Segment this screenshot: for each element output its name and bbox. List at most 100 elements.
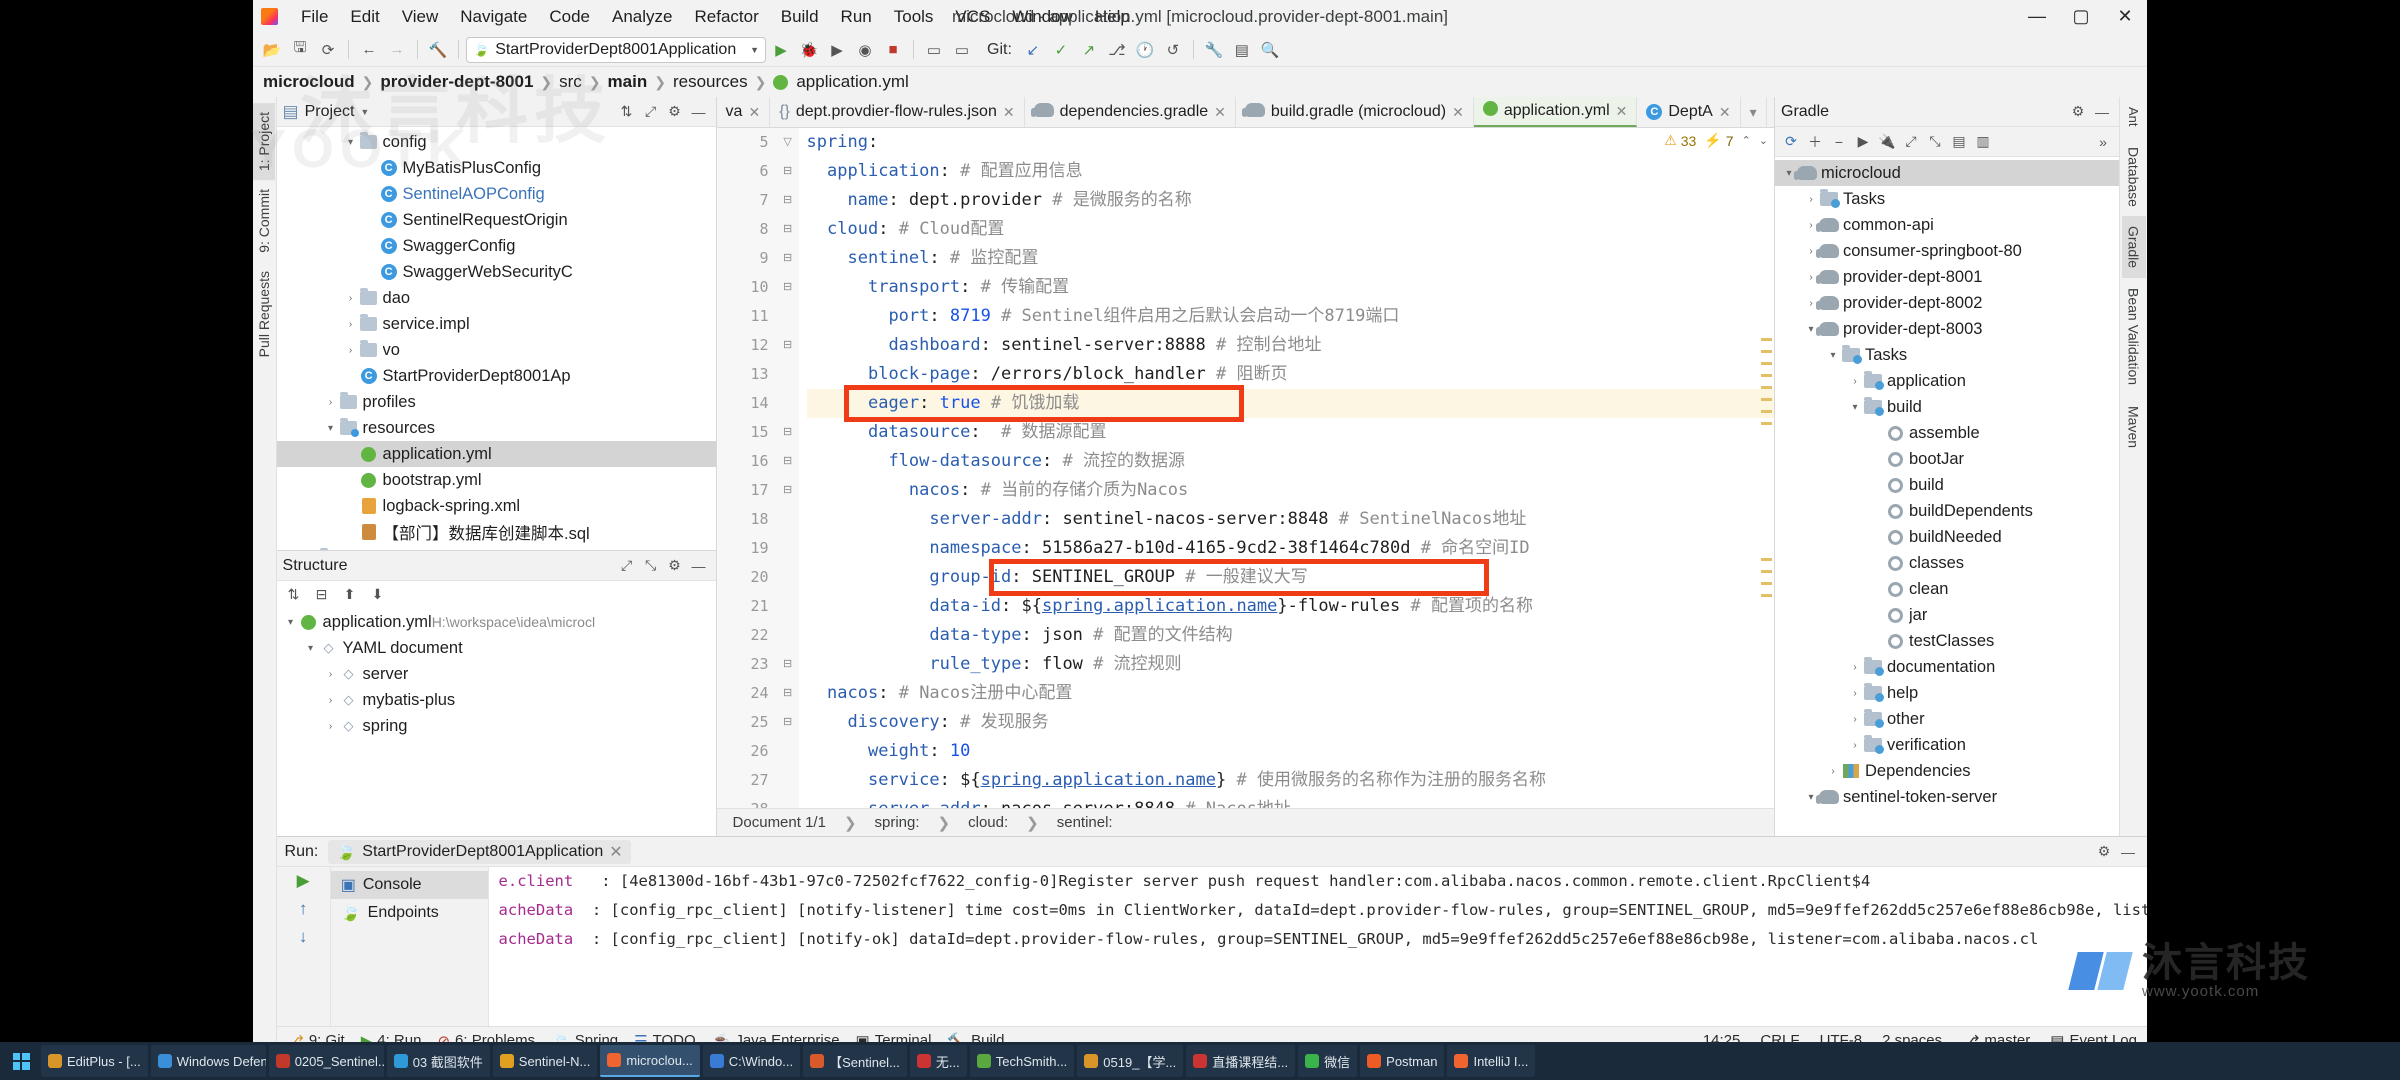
code-line[interactable]: name: dept.provider # 是微服务的名称 (807, 186, 1774, 215)
tree-row[interactable]: › application (1775, 368, 2119, 394)
fold-marker[interactable] (777, 592, 799, 621)
toggle-offline-icon[interactable]: 🔌 (1876, 132, 1898, 152)
scroll-to-source-icon[interactable]: ⬇ (367, 584, 389, 604)
tree-expand-arrow[interactable]: › (363, 189, 379, 200)
gear-icon[interactable]: ⚙ (664, 556, 686, 576)
minimize-button[interactable]: — (2015, 1, 2059, 33)
tree-row[interactable]: ▾ build (1775, 394, 2119, 420)
tree-expand-arrow[interactable]: › (343, 527, 359, 538)
tree-expand-arrow[interactable]: › (363, 241, 379, 252)
sort-icon[interactable]: ⇅ (616, 102, 638, 122)
tree-row[interactable]: › build (1775, 472, 2119, 498)
tree-row[interactable]: ▾ microcloud (1775, 160, 2119, 186)
taskbar-app[interactable]: 03 截图软件 (386, 1045, 490, 1077)
taskbar-app[interactable]: Windows Defend... (150, 1045, 266, 1077)
yaml-crumb-sentinel[interactable]: sentinel: (1057, 814, 1113, 831)
tree-expand-arrow[interactable]: › (1847, 662, 1863, 673)
close-icon[interactable]: ✕ (1003, 104, 1015, 121)
right-tab-ant[interactable]: Ant (2122, 97, 2145, 137)
run-subtab-console[interactable]: ▣ Console (330, 871, 488, 899)
tree-row[interactable]: ›CStartProviderDept8001Ap (277, 363, 716, 389)
breadcrumb-application-yml[interactable]: application.yml (796, 72, 908, 92)
tree-row[interactable]: ›CSentinelRequestOrigin (277, 207, 716, 233)
collapse-all-icon[interactable]: ⤡ (1924, 132, 1946, 152)
tree-expand-arrow[interactable]: › (1869, 636, 1885, 647)
structure-tree[interactable]: ▾ application.yml H:\workspace\idea\micro… (277, 607, 716, 836)
tree-expand-arrow[interactable]: › (343, 475, 359, 486)
apply-icon[interactable]: ▭ (921, 38, 947, 62)
code-line[interactable]: server-addr: sentinel-nacos-server:8848 … (807, 505, 1774, 534)
close-icon[interactable]: ✕ (609, 842, 622, 862)
run-subtab-endpoints[interactable]: 🍃 Endpoints (331, 899, 488, 927)
hide-icon[interactable]: — (2091, 102, 2113, 122)
chevron-up-icon[interactable]: ⌃ (1742, 134, 1751, 147)
project-tree[interactable]: ▾config›CMyBatisPlusConfig›CSentinelAOPC… (276, 127, 716, 551)
tree-row[interactable]: › buildDependents (1775, 498, 2119, 524)
more-icon[interactable]: ▭ (949, 38, 975, 62)
tree-expand-arrow[interactable]: › (1869, 454, 1885, 465)
close-icon[interactable]: ✕ (1616, 103, 1628, 120)
collapse-all-icon[interactable]: ⤡ (640, 556, 662, 576)
tree-row[interactable]: › help (1775, 680, 2119, 706)
rerun-icon[interactable]: ▶ (292, 871, 314, 891)
yaml-crumb-cloud[interactable]: cloud: (968, 814, 1008, 831)
tree-expand-arrow[interactable]: › (1847, 740, 1863, 751)
run-panel-config-chip[interactable]: 🍃 StartProviderDept8001Application ✕ (328, 839, 631, 864)
tree-row[interactable]: › vo (277, 337, 716, 363)
tree-row[interactable]: › jar (1775, 602, 2119, 628)
fold-marker[interactable]: ⊟ (777, 447, 799, 476)
tree-expand-arrow[interactable]: › (1869, 558, 1885, 569)
code-folding-column[interactable]: ▽ ⊟ ⊟ ⊟ ⊟ ⊟ ⊟ ⊟ ⊟ ⊟ ⊟ ⊟ ⊟ (776, 128, 799, 808)
tree-row[interactable]: › ◇ server (277, 661, 716, 687)
tree-row[interactable]: › Tasks (1775, 186, 2119, 212)
tree-row[interactable]: ▾ provider-dept-8003 (1775, 316, 2119, 342)
tree-expand-arrow[interactable]: › (343, 501, 359, 512)
fold-marker[interactable] (777, 795, 799, 808)
code-line[interactable]: data-id: ${spring.application.name}-flow… (807, 592, 1774, 621)
code-line[interactable]: port: 8719 # Sentinel组件启用之后默认会启动一个8719端口 (807, 302, 1774, 331)
editor-marker-bar[interactable] (1758, 128, 1774, 808)
run-coverage-icon[interactable]: ▶ (824, 38, 850, 62)
fold-marker[interactable]: ⊟ (777, 476, 799, 505)
tree-row[interactable]: › testClasses (1775, 628, 2119, 654)
taskbar-app[interactable]: 【Sentinel... (803, 1045, 907, 1077)
tree-row[interactable]: › clean (1775, 576, 2119, 602)
taskbar-app[interactable]: C:\Windo... (702, 1045, 801, 1077)
taskbar-app[interactable]: Postman (1360, 1045, 1445, 1077)
tree-expand-arrow[interactable]: ▾ (1847, 402, 1863, 413)
code-line[interactable]: nacos: # Nacos注册中心配置 (807, 679, 1774, 708)
code-line[interactable]: data-type: json # 配置的文件结构 (807, 621, 1774, 650)
gear-icon[interactable]: ⚙ (2093, 842, 2115, 862)
tree-expand-arrow[interactable]: › (323, 695, 339, 706)
tree-expand-arrow[interactable]: ▾ (303, 643, 319, 654)
tree-row[interactable]: › Dependencies (1775, 758, 2119, 784)
right-tab-bean-validation[interactable]: Bean Validation (2122, 278, 2146, 395)
back-arrow-icon[interactable]: ← (356, 38, 382, 62)
tree-row[interactable]: › provider-dept-8001 (1775, 264, 2119, 290)
right-tab-gradle[interactable]: Gradle (2121, 216, 2146, 279)
fold-marker[interactable]: ⊟ (777, 708, 799, 737)
tree-row[interactable]: › ◇ mybatis-plus (277, 687, 716, 713)
editor-tab[interactable]: va ✕ (717, 97, 771, 127)
taskbar-app[interactable]: Sentinel-N... (492, 1045, 598, 1077)
close-button[interactable]: ✕ (2103, 1, 2147, 33)
tree-row[interactable]: ›CSwaggerWebSecurityC (277, 259, 716, 285)
error-count[interactable]: ⚡ 7 (1704, 132, 1733, 149)
tree-row[interactable]: ▾ ◇ YAML document (277, 635, 716, 661)
close-icon[interactable]: ✕ (748, 104, 760, 121)
fold-marker[interactable] (777, 766, 799, 795)
fold-marker[interactable] (777, 621, 799, 650)
tree-expand-arrow[interactable]: ▾ (343, 137, 359, 148)
menu-tools[interactable]: Tools (883, 5, 945, 29)
code-line[interactable]: sentinel: # 监控配置 (807, 244, 1774, 273)
tree-row[interactable]: › common-api (1775, 212, 2119, 238)
fold-marker[interactable]: ▽ (777, 128, 799, 157)
sort-alpha-icon[interactable]: ⇅ (283, 584, 305, 604)
tree-expand-arrow[interactable]: › (1847, 376, 1863, 387)
tree-row[interactable]: › consumer-springboot-80 (1775, 238, 2119, 264)
code-line[interactable]: transport: # 传输配置 (807, 273, 1774, 302)
tree-expand-arrow[interactable]: › (1869, 532, 1885, 543)
tree-expand-arrow[interactable]: › (1847, 714, 1863, 725)
open-folder-icon[interactable]: 📂 (259, 38, 285, 62)
breadcrumb-src[interactable]: src (559, 72, 582, 92)
